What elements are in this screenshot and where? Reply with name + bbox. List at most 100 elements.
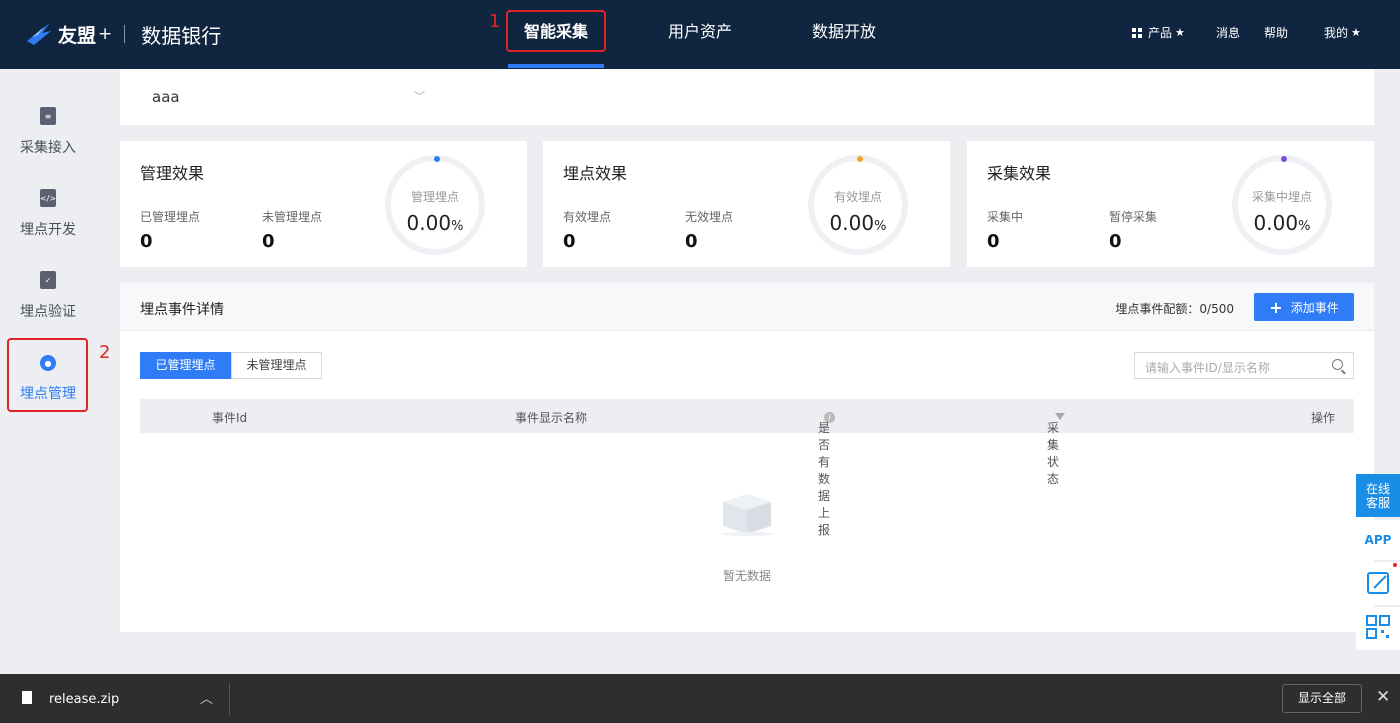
code-icon: </> (40, 189, 56, 207)
download-filename[interactable]: release.zip (49, 692, 119, 707)
metric-label: 已管理埋点 (140, 210, 201, 224)
star-icon: ★ (1175, 26, 1185, 39)
ring-label: 采集中埋点 (1251, 190, 1312, 204)
ring-value-wrap: 0.00% (1238, 211, 1326, 235)
metric-label: 无效埋点 (685, 210, 734, 224)
metric-value: 0 (987, 231, 1000, 252)
qr-code-button[interactable] (1356, 607, 1400, 650)
card-management-effect: 管理效果 已管理埋点 0 未管理埋点 0 管理埋点 0.00% (120, 141, 527, 267)
help-link[interactable]: 帮助 (1264, 24, 1288, 41)
metric-label: 未管理埋点 (262, 210, 323, 224)
products-label: 产品 (1148, 26, 1173, 40)
ring-dot (857, 156, 863, 162)
qr-code-icon (1366, 615, 1390, 639)
ring-label: 有效埋点 (833, 190, 882, 204)
metric-valid: 有效埋点 0 (563, 208, 611, 252)
metric-value: 0 (262, 231, 275, 252)
column-header: 操作 (1311, 411, 1336, 425)
download-bar: release.zip ︿ 显示全部 ✕ (0, 674, 1400, 723)
events-panel: 埋点事件详情 埋点事件配额：0/500 + 添加事件 已管理埋点 未管理埋点 请… (120, 283, 1374, 632)
column-header-with-filter: 采集状态 (1047, 409, 1065, 486)
ring-label: 管理埋点 (410, 190, 459, 204)
brand-plus: + (98, 24, 113, 44)
annotation-number-1: 1 (489, 11, 501, 32)
tab-unmanaged[interactable]: 未管理埋点 (231, 352, 322, 379)
search-placeholder: 请输入事件ID/显示名称 (1145, 361, 1270, 375)
metric-invalid: 无效埋点 0 (685, 208, 733, 252)
feedback-button[interactable] (1356, 562, 1400, 605)
logo[interactable]: 友盟 + 数据银行 (24, 18, 221, 50)
events-header: 埋点事件详情 埋点事件配额：0/500 + 添加事件 (120, 283, 1374, 331)
annotation-number-2: 2 (99, 342, 111, 363)
card-title: 管理效果 (140, 164, 205, 183)
chevron-up-icon[interactable]: ︿ (200, 688, 213, 707)
card-collection-effect: 采集效果 采集中 0 暂停采集 0 采集中埋点 0.00% (967, 141, 1374, 267)
add-event-button[interactable]: + 添加事件 (1254, 293, 1354, 321)
product-name: 数据银行 (141, 23, 222, 48)
metric-label: 有效埋点 (563, 210, 612, 224)
metric-label: 暂停采集 (1109, 210, 1158, 224)
nav-label: 用户资产 (667, 22, 732, 41)
events-tabs: 已管理埋点 未管理埋点 (140, 352, 322, 379)
search-icon[interactable] (1332, 359, 1343, 370)
divider (229, 683, 230, 716)
metric-managed: 已管理埋点 0 (140, 208, 200, 252)
umeng-logo-icon (27, 23, 51, 45)
show-all-button[interactable]: 显示全部 (1282, 684, 1362, 713)
search-input[interactable]: 请输入事件ID/显示名称 (1134, 352, 1354, 379)
ring-value: 0.00 (1253, 211, 1299, 235)
column-header: 采集状态 (1047, 421, 1060, 486)
ring-value: 0.00 (406, 211, 452, 235)
close-icon[interactable]: ✕ (1376, 687, 1390, 707)
online-service-button[interactable]: 在线 客服 (1356, 474, 1400, 517)
help-label: 帮助 (1264, 26, 1289, 40)
ring-value-wrap: 0.00% (391, 211, 479, 235)
nav-label: 数据开放 (811, 22, 876, 41)
plus-icon: + (1269, 297, 1283, 317)
document-icon: ≡ (40, 107, 56, 125)
metric-paused: 暂停采集 0 (1109, 208, 1157, 252)
nav-data-open[interactable]: 数据开放 (796, 0, 892, 69)
sidebar-item-tracking-dev[interactable]: </> 埋点开发 (0, 189, 96, 259)
column-header-with-info: 是否有数据上报 i (818, 409, 835, 537)
tab-managed[interactable]: 已管理埋点 (140, 352, 231, 379)
top-navbar: 友盟 + 数据银行 智能采集 用户资产 数据开放 产品 ★ 消息 帮助 我的 ★ (0, 0, 1400, 69)
ring-value-wrap: 0.00% (814, 211, 902, 235)
progress-ring: 采集中埋点 0.00% (1232, 155, 1332, 255)
sidebar-item-collection-access[interactable]: ≡ 采集接入 (0, 107, 96, 177)
metric-value: 0 (140, 231, 153, 252)
add-event-label: 添加事件 (1290, 300, 1339, 315)
brand-name: 友盟 (58, 24, 97, 47)
card-tracking-effect: 埋点效果 有效埋点 0 无效埋点 0 有效埋点 0.00% (543, 141, 950, 267)
column-header: 事件显示名称 (515, 411, 588, 425)
ring-dot (434, 156, 440, 162)
online-service-label: 在线 客服 (1365, 482, 1390, 510)
messages-label: 消息 (1216, 26, 1241, 40)
shield-check-icon: ✓ (40, 271, 56, 289)
grid-icon (1132, 27, 1142, 38)
products-menu[interactable]: 产品 ★ (1132, 24, 1185, 41)
card-title: 采集效果 (987, 164, 1052, 183)
edit-icon (1367, 563, 1397, 594)
metric-value: 0 (563, 231, 576, 252)
mine-menu[interactable]: 我的 ★ (1324, 24, 1361, 41)
nav-user-assets[interactable]: 用户资产 (652, 0, 748, 69)
metric-value: 0 (685, 231, 698, 252)
ring-dot (1281, 156, 1287, 162)
card-title: 埋点效果 (563, 164, 628, 183)
messages-link[interactable]: 消息 (1216, 24, 1240, 41)
ring-unit: % (451, 219, 464, 234)
annotation-box-sidebar (7, 338, 88, 412)
app-selector[interactable]: aaa ﹀ (120, 69, 1374, 125)
sidebar-item-tracking-verify[interactable]: ✓ 埋点验证 (0, 271, 96, 341)
table-header: 事件Id 事件显示名称 是否有数据上报 i 采集状态 操作 (140, 399, 1354, 537)
ring-value: 0.00 (829, 211, 875, 235)
app-label: APP (1364, 533, 1392, 547)
file-icon (22, 691, 32, 704)
app-button[interactable]: APP (1356, 520, 1400, 560)
empty-state: 暂无数据 (120, 488, 1374, 584)
ring-unit: % (874, 219, 887, 234)
metric-value: 0 (1109, 231, 1122, 252)
metric-unmanaged: 未管理埋点 0 (262, 208, 322, 252)
logo-divider (124, 25, 126, 43)
